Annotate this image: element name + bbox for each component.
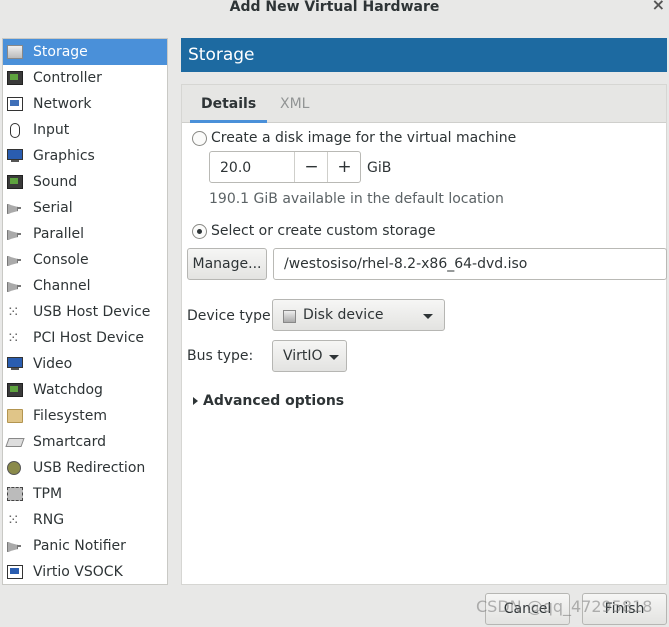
sidebar-item-label: USB Redirection	[33, 460, 146, 476]
usb-icon	[7, 299, 21, 325]
monitor-icon	[7, 149, 23, 162]
sidebar-item-serial[interactable]: Serial	[3, 195, 167, 221]
chevron-down-icon	[329, 355, 339, 360]
sidebar-item-label: PCI Host Device	[33, 330, 145, 346]
bus-type-value: VirtIO	[283, 348, 323, 364]
sidebar-item-console[interactable]: Console	[3, 247, 167, 273]
cancel-button[interactable]: Cancel	[485, 593, 570, 625]
tpm-chip-icon	[7, 487, 23, 501]
custom-storage-label: Select or create custom storage	[211, 223, 436, 239]
window-title: Add New Virtual Hardware	[229, 0, 440, 15]
finish-button[interactable]: Finish	[582, 593, 667, 625]
hardware-type-list: Storage Controller Network Input Graphics Sou…	[2, 38, 168, 585]
storage-path-input[interactable]: /westosiso/rhel-8.2-x86_64-dvd.iso	[273, 248, 667, 280]
sidebar-item-panic-notifier[interactable]: Panic Notifier	[3, 533, 167, 559]
tab-bar: Details XML	[182, 85, 666, 123]
sidebar-item-graphics[interactable]: Graphics	[3, 143, 167, 169]
close-icon[interactable]: ×	[652, 0, 665, 13]
sidebar-item-smartcard[interactable]: Smartcard	[3, 429, 167, 455]
sidebar-item-label: Channel	[33, 278, 91, 294]
bus-type-dropdown[interactable]: VirtIO	[272, 340, 347, 372]
sidebar-item-rng[interactable]: RNG	[3, 507, 167, 533]
sidebar-item-label: Console	[33, 252, 89, 268]
network-card-icon	[7, 97, 23, 111]
decrement-button[interactable]: −	[294, 152, 328, 182]
create-disk-radio[interactable]	[192, 131, 207, 146]
sidebar-item-label: Graphics	[33, 148, 95, 164]
sidebar-item-label: Input	[33, 122, 70, 138]
sidebar-item-usb-host-device[interactable]: USB Host Device	[3, 299, 167, 325]
sidebar-item-tpm[interactable]: TPM	[3, 481, 167, 507]
bus-type-label: Bus type:	[187, 348, 254, 364]
sidebar-item-label: Virtio VSOCK	[33, 564, 123, 580]
parallel-plug-icon	[7, 227, 21, 239]
serial-plug-icon	[7, 201, 21, 213]
sidebar-item-label: Panic Notifier	[33, 538, 126, 554]
sidebar-item-label: Serial	[33, 200, 73, 216]
sidebar-item-label: Video	[33, 356, 73, 372]
sidebar-item-sound[interactable]: Sound	[3, 169, 167, 195]
device-type-label: Device type:	[187, 308, 276, 324]
device-type-value: Disk device	[303, 307, 384, 323]
tab-details[interactable]: Details	[190, 85, 268, 123]
watchdog-chip-icon	[7, 383, 23, 397]
chevron-down-icon	[423, 314, 433, 319]
sidebar-item-label: Network	[33, 96, 92, 112]
advanced-options-label: Advanced options	[203, 393, 345, 409]
mouse-icon	[10, 123, 20, 138]
create-disk-label: Create a disk image for the virtual mach…	[211, 130, 517, 146]
sidebar-item-label: USB Host Device	[33, 304, 151, 320]
sidebar-item-pci-host-device[interactable]: PCI Host Device	[3, 325, 167, 351]
sidebar-item-label: Storage	[33, 44, 88, 60]
controller-chip-icon	[7, 71, 23, 85]
window-titlebar: Add New Virtual Hardware ×	[0, 0, 669, 18]
expander-arrow-icon	[193, 397, 198, 405]
disk-icon	[7, 45, 23, 59]
available-space-text: 190.1 GiB available in the default locat…	[209, 191, 504, 207]
vsock-monitor-icon	[7, 565, 23, 579]
panic-notifier-icon	[7, 539, 21, 551]
page-title: Storage	[181, 38, 667, 72]
sidebar-item-label: Parallel	[33, 226, 85, 242]
sidebar-item-video[interactable]: Video	[3, 351, 167, 377]
sidebar-item-label: Filesystem	[33, 408, 108, 424]
tab-xml[interactable]: XML	[280, 85, 309, 123]
sound-card-icon	[7, 175, 23, 189]
advanced-options-expander[interactable]: Advanced options	[192, 392, 344, 410]
sidebar-item-label: RNG	[33, 512, 65, 528]
pci-icon	[7, 325, 21, 351]
channel-plug-icon	[7, 279, 21, 291]
sidebar-item-storage[interactable]: Storage	[3, 39, 167, 65]
disk-icon	[283, 310, 296, 323]
disk-size-value[interactable]: 20.0	[220, 160, 251, 176]
custom-storage-radio[interactable]	[192, 224, 207, 239]
sidebar-item-network[interactable]: Network	[3, 91, 167, 117]
disk-size-spinner[interactable]: 20.0 − +	[209, 151, 361, 183]
size-unit-label: GiB	[367, 160, 392, 176]
sidebar-item-label: Controller	[33, 70, 102, 86]
rng-icon	[7, 507, 21, 533]
sidebar-item-controller[interactable]: Controller	[3, 65, 167, 91]
sidebar-item-input[interactable]: Input	[3, 117, 167, 143]
folder-icon	[7, 409, 23, 423]
sidebar-item-label: TPM	[33, 486, 63, 502]
video-monitor-icon	[7, 357, 23, 370]
sidebar-item-filesystem[interactable]: Filesystem	[3, 403, 167, 429]
usb-redirection-icon	[7, 461, 21, 475]
sidebar-item-channel[interactable]: Channel	[3, 273, 167, 299]
sidebar-item-label: Smartcard	[33, 434, 107, 450]
manage-button[interactable]: Manage...	[187, 248, 267, 280]
sidebar-item-label: Watchdog	[33, 382, 103, 398]
sidebar-item-label: Sound	[33, 174, 78, 190]
increment-button[interactable]: +	[327, 152, 361, 182]
sidebar-item-watchdog[interactable]: Watchdog	[3, 377, 167, 403]
device-type-dropdown[interactable]: Disk device	[272, 299, 445, 331]
sidebar-item-parallel[interactable]: Parallel	[3, 221, 167, 247]
sidebar-item-usb-redirection[interactable]: USB Redirection	[3, 455, 167, 481]
smartcard-icon	[5, 438, 25, 447]
sidebar-item-virtio-vsock[interactable]: Virtio VSOCK	[3, 559, 167, 585]
console-plug-icon	[7, 253, 21, 265]
